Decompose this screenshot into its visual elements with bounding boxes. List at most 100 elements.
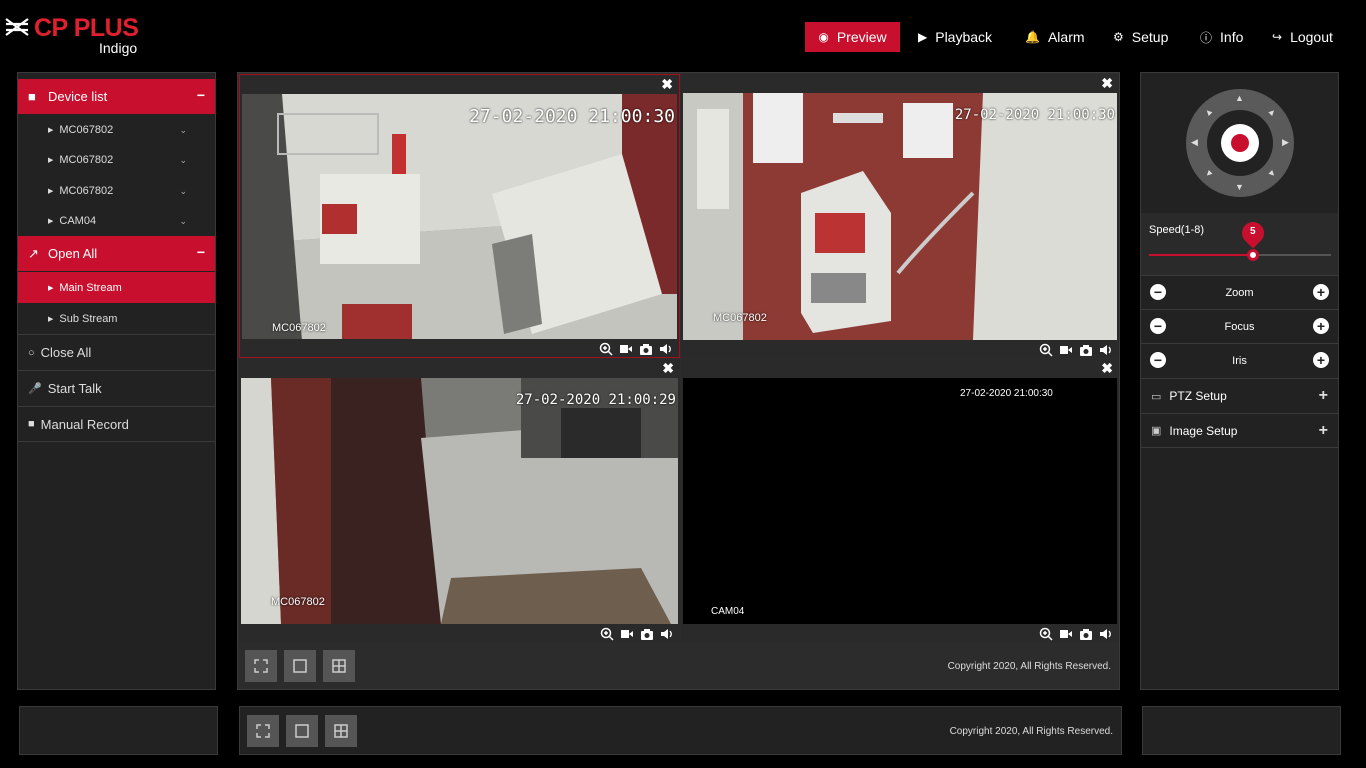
audio-icon[interactable] (659, 342, 673, 356)
snapshot-icon[interactable] (1079, 343, 1093, 357)
quad-layout-button[interactable] (323, 650, 355, 682)
expand-icon[interactable]: + (1319, 422, 1328, 440)
camera-name: MC067802 (272, 322, 326, 334)
circle-icon: ○ (28, 346, 35, 359)
video-feed[interactable]: 27-02-2020 21:00:29 MC067802 (241, 378, 678, 624)
nav-setup[interactable]: ⚙ Setup (1113, 22, 1168, 52)
record-icon[interactable] (1059, 627, 1073, 641)
nav-preview[interactable]: ◉ Preview (805, 22, 900, 52)
ptz-center-button[interactable] (1221, 124, 1259, 162)
image-icon: ▣ (1151, 425, 1162, 437)
fullscreen-icon (254, 659, 268, 673)
close-all-button[interactable]: ○ Close All (18, 334, 215, 370)
collapse-icon[interactable]: − (197, 87, 205, 103)
sub-stream-item[interactable]: ▶ Sub Stream (18, 303, 215, 334)
quad-layout-button[interactable] (325, 715, 357, 747)
close-icon[interactable]: ✖ (1101, 360, 1113, 377)
chevron-down-icon[interactable]: ⌄ (179, 216, 187, 227)
snapshot-icon[interactable] (640, 627, 654, 641)
ptz-setup-button[interactable]: ▭ PTZ Setup + (1141, 378, 1338, 413)
video-cell[interactable]: ✖ 27-02-2020 21:00:30 MC067802 (239, 74, 680, 358)
nav-logout[interactable]: ↪ Logout (1272, 22, 1333, 52)
bottom-right-panel (1142, 706, 1341, 755)
quad-view-icon (334, 724, 348, 738)
microphone-icon: 🎤 (28, 383, 42, 395)
iris-plus-button[interactable]: + (1313, 352, 1329, 368)
audio-icon[interactable] (1099, 627, 1113, 641)
zoom-in-icon[interactable] (599, 342, 613, 356)
device-name: MC067802 (59, 185, 114, 197)
manual-record-button[interactable]: ■ Manual Record (18, 406, 215, 442)
single-layout-button[interactable] (286, 715, 318, 747)
single-layout-button[interactable] (284, 650, 316, 682)
logo: CP PLUS Indigo (4, 12, 154, 62)
ptz-panel: ▲ ▼ ◀ ▶ ▲ ▲ ▲ ▲ Speed(1-8) 5 − Zoom + − … (1140, 72, 1339, 690)
start-talk-button[interactable]: 🎤 Start Talk (18, 370, 215, 406)
close-icon[interactable]: ✖ (661, 76, 673, 93)
video-grid: ✖ 27-02-2020 21:00:30 MC067802 ✖ 27-02-2… (237, 72, 1120, 690)
device-item[interactable]: ▶ CAM04 ⌄ (18, 206, 215, 236)
caret-right-icon: ▶ (48, 188, 54, 195)
zoom-in-icon[interactable] (1039, 627, 1053, 641)
device-list-header[interactable]: ■ Device list − (18, 79, 215, 114)
speed-label: Speed(1-8) (1149, 224, 1205, 236)
collapse-icon[interactable]: − (197, 244, 205, 260)
fullscreen-button[interactable] (245, 650, 277, 682)
main-stream-item[interactable]: ▶ Main Stream (18, 272, 215, 303)
chevron-down-icon[interactable]: ⌄ (179, 155, 187, 166)
chevron-down-icon[interactable]: ⌄ (179, 125, 187, 136)
video-feed[interactable]: 27-02-2020 21:00:30 CAM04 (683, 378, 1117, 624)
arrow-right-icon[interactable]: ▶ (1282, 137, 1289, 148)
chevron-down-icon[interactable]: ⌄ (179, 186, 187, 197)
focus-plus-button[interactable]: + (1313, 318, 1329, 334)
device-item[interactable]: ▶ MC067802 ⌄ (18, 176, 215, 206)
speed-slider-handle[interactable] (1246, 249, 1259, 261)
video-cell[interactable]: ✖ 27-02-2020 21:00:30 CAM04 (681, 359, 1119, 642)
audio-icon[interactable] (1099, 343, 1113, 357)
device-item[interactable]: ▶ MC067802 ⌄ (18, 145, 215, 175)
arrow-down-icon[interactable]: ▼ (1235, 182, 1244, 192)
arrow-down-left-icon[interactable]: ▲ (1202, 167, 1215, 180)
nav-alarm[interactable]: 🔔 Alarm (1025, 22, 1085, 52)
cell-title-bar (239, 359, 680, 378)
gamepad-icon: ▭ (1151, 390, 1162, 403)
expand-icon[interactable]: + (1319, 387, 1328, 405)
zoom-in-icon[interactable] (600, 627, 614, 641)
image-setup-button[interactable]: ▣ Image Setup + (1141, 413, 1338, 448)
zoom-in-button[interactable]: + (1313, 284, 1329, 300)
arrow-up-icon[interactable]: ▲ (1235, 93, 1244, 103)
copyright-text: Copyright 2020, All Rights Reserved. (947, 661, 1111, 672)
nav-playback[interactable]: ▶ Playback (918, 22, 992, 52)
camera-image (242, 94, 677, 339)
video-feed[interactable]: 27-02-2020 21:00:30 MC067802 (242, 94, 677, 339)
record-icon[interactable] (1059, 343, 1073, 357)
arrow-left-icon[interactable]: ◀ (1191, 137, 1198, 148)
arrow-down-right-icon[interactable]: ▲ (1266, 167, 1279, 180)
video-camera-icon: ■ (28, 418, 35, 430)
zoom-in-icon[interactable] (1039, 343, 1053, 357)
video-cell[interactable]: ✖ 27-02-2020 21:00:29 MC067802 (239, 359, 680, 642)
cell-toolbar (1039, 627, 1113, 641)
ptz-direction-pad[interactable]: ▲ ▼ ◀ ▶ ▲ ▲ ▲ ▲ (1186, 89, 1294, 197)
close-icon[interactable]: ✖ (662, 360, 674, 377)
open-all-header[interactable]: ↗ Open All − (18, 236, 215, 271)
snapshot-icon[interactable] (1079, 627, 1093, 641)
nav-info[interactable]: ⓘ Info (1200, 22, 1243, 52)
device-item[interactable]: ▶ MC067802 ⌄ (18, 115, 215, 145)
speed-slider-fill (1149, 254, 1253, 256)
focus-row: − Focus + (1141, 309, 1338, 343)
audio-icon[interactable] (660, 627, 674, 641)
caret-right-icon: ▶ (48, 284, 54, 292)
close-icon[interactable]: ✖ (1101, 75, 1113, 92)
video-feed[interactable]: 27-02-2020 21:00:30 MC067802 (683, 93, 1117, 340)
arrow-up-left-icon[interactable]: ▲ (1202, 105, 1215, 118)
camera-timestamp: 27-02-2020 21:00:29 (515, 392, 676, 408)
record-icon[interactable] (619, 342, 633, 356)
fullscreen-button[interactable] (247, 715, 279, 747)
camera-timestamp: 27-02-2020 21:00:30 (954, 107, 1115, 123)
arrow-up-right-icon[interactable]: ▲ (1266, 105, 1279, 118)
record-icon[interactable] (620, 627, 634, 641)
snapshot-icon[interactable] (639, 342, 653, 356)
video-cell[interactable]: ✖ 27-02-2020 21:00:30 MC067802 (681, 74, 1119, 358)
speed-slider[interactable] (1149, 249, 1331, 261)
